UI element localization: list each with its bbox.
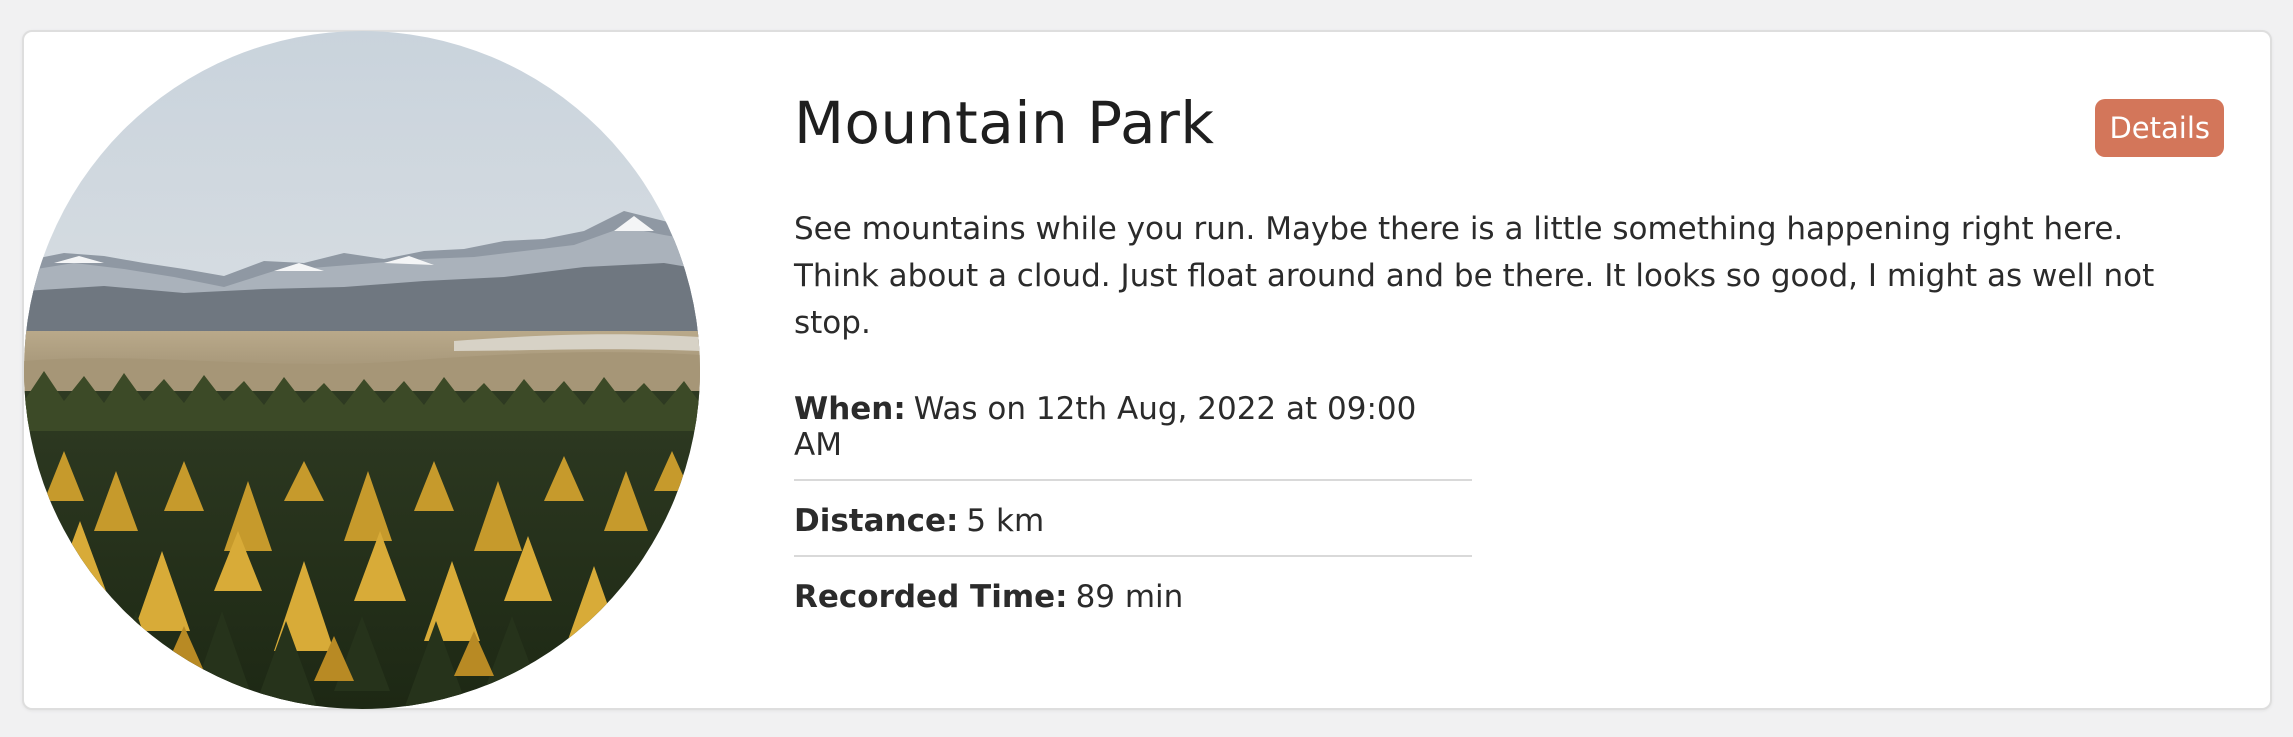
fact-recorded-time: Recorded Time: 89 min	[794, 554, 1472, 631]
details-button[interactable]: Details	[2095, 99, 2224, 157]
event-content: Mountain Park Details See mountains whil…	[794, 89, 2224, 631]
event-card: Mountain Park Details See mountains whil…	[22, 30, 2272, 710]
fact-time-value: 89 min	[1075, 578, 1184, 615]
event-facts: When: Was on 12th Aug, 2022 at 09:00 AM D…	[794, 381, 1472, 631]
fact-time-label: Recorded Time:	[794, 578, 1068, 615]
fact-distance-label: Distance:	[794, 502, 959, 539]
event-photo	[24, 31, 700, 709]
fact-distance: Distance: 5 km	[794, 478, 1472, 555]
event-description: See mountains while you run. Maybe there…	[794, 210, 2155, 341]
fact-distance-value: 5 km	[966, 502, 1045, 539]
fact-when-label: When:	[794, 390, 906, 427]
fact-when: When: Was on 12th Aug, 2022 at 09:00 AM	[794, 381, 1472, 479]
event-title: Mountain Park	[794, 89, 1215, 157]
